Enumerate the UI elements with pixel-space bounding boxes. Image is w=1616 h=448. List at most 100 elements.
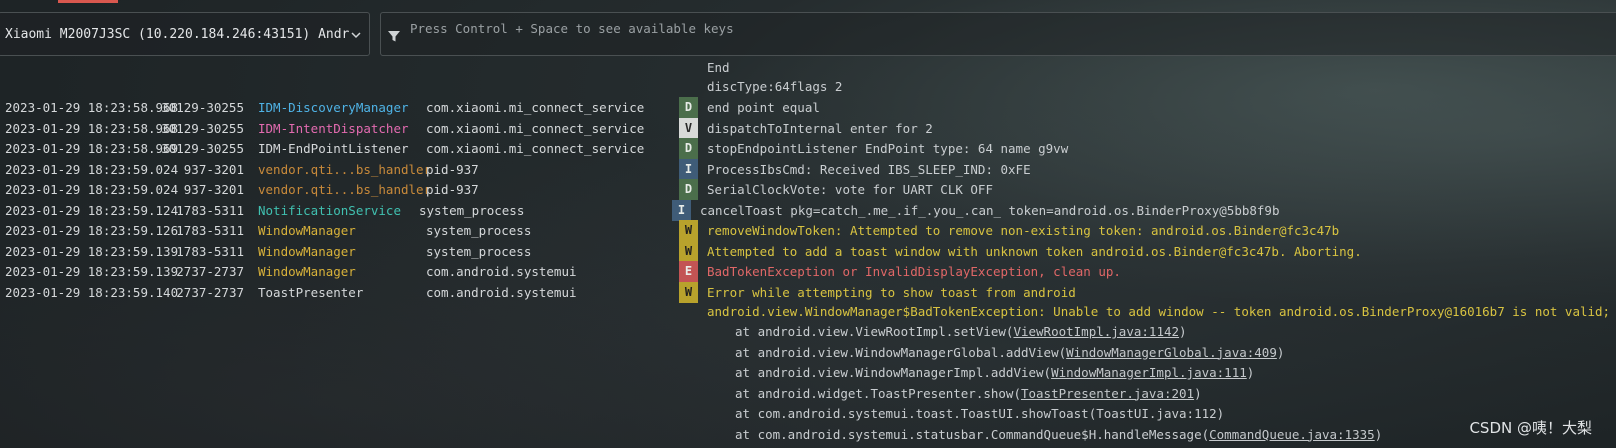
log-row[interactable]: 2023-01-29 18:23:59.124 1783-5311 Notifica… xyxy=(0,199,1616,221)
log-tag: IDM-EndPointListener xyxy=(258,141,409,156)
stack-trace-line: at android.view.WindowManagerImpl.addVie… xyxy=(735,362,1254,383)
stack-trace-line: at android.view.ViewRootImpl.setView(Vie… xyxy=(735,321,1187,342)
filter-icon[interactable] xyxy=(387,28,401,47)
log-tag: vendor.qti...bs_handler xyxy=(258,182,432,197)
log-message: discType:64flags 2 xyxy=(707,79,843,94)
log-package: system_process xyxy=(426,243,532,259)
log-pid: 1783-5311 xyxy=(176,223,244,238)
log-message: SerialClockVote: vote for UART CLK OFF xyxy=(707,182,993,197)
stack-frame-suffix: ) xyxy=(1374,426,1383,442)
logcat-output[interactable]: End discType:64flags 2 2023-01-29 18:23:… xyxy=(0,60,1616,448)
log-timestamp: 2023-01-29 18:23:58.968 xyxy=(5,100,179,115)
log-row[interactable]: 2023-01-29 18:23:58.968 30129-30255 IDM-Di… xyxy=(0,97,1616,118)
log-message: BadTokenException or InvalidDisplayExcep… xyxy=(707,264,1121,279)
stack-frame-text: at android.widget.ToastPresenter.show( xyxy=(735,385,1021,401)
source-link[interactable]: WindowManagerImpl.java:111 xyxy=(1051,365,1247,380)
log-timestamp: 2023-01-29 18:23:58.969 xyxy=(5,141,179,156)
log-message: cancelToast pkg=catch_.me_.if_.you_.can_… xyxy=(700,202,1280,218)
log-timestamp: 2023-01-29 18:23:59.139 xyxy=(5,243,179,259)
filter-input[interactable] xyxy=(408,17,1592,39)
logcat-filter-field[interactable] xyxy=(380,12,1616,56)
device-selector[interactable]: Xiaomi M2007J3SC (10.220.184.246:43151) … xyxy=(0,12,370,56)
exception-line: android.view.WindowManager$BadTokenExcep… xyxy=(707,304,1616,319)
watermark: CSDN @咦！大梨 xyxy=(1469,419,1592,437)
log-message: dispatchToInternal enter for 2 xyxy=(707,120,933,136)
log-tag: NotificationService xyxy=(258,202,401,218)
log-timestamp: 2023-01-29 18:23:59.139 xyxy=(5,264,179,279)
log-pid: 1783-5311 xyxy=(176,243,244,259)
log-package: com.xiaomi.mi_connect_service xyxy=(426,141,645,156)
log-timestamp: 2023-01-29 18:23:59.126 xyxy=(5,223,179,238)
log-package: com.android.systemui xyxy=(426,264,577,279)
log-timestamp: 2023-01-29 18:23:59.124 xyxy=(5,202,179,218)
log-row[interactable]: 2023-01-29 18:23:58.969 30129-30255 IDM-En… xyxy=(0,138,1616,159)
stack-trace-line: at com.android.systemui.toast.ToastUI.sh… xyxy=(735,403,1224,424)
log-level-badge: D xyxy=(679,179,698,200)
log-level-badge: W xyxy=(679,281,698,303)
stack-frame-suffix: ) xyxy=(1246,365,1255,380)
log-level-badge: E xyxy=(679,261,698,282)
source-link[interactable]: CommandQueue.java:1335 xyxy=(1209,427,1375,442)
log-package: pid-937 xyxy=(426,182,479,197)
log-pid: 937-3201 xyxy=(183,182,244,197)
source-link[interactable]: ViewRootImpl.java:1142 xyxy=(1013,324,1179,339)
log-message: ProcessIbsCmd: Received IBS_SLEEP_IND: 0… xyxy=(707,161,1031,177)
log-level-badge: I xyxy=(679,158,698,180)
log-message: end point equal xyxy=(707,100,820,115)
stack-trace-line: at android.view.WindowManagerGlobal.addV… xyxy=(735,342,1284,363)
chevron-down-icon xyxy=(351,27,361,46)
log-tag: WindowManager xyxy=(258,243,356,259)
logcat-toolbar: Xiaomi M2007J3SC (10.220.184.246:43151) … xyxy=(0,0,1616,64)
log-pid: 2737-2737 xyxy=(176,284,244,300)
log-timestamp: 2023-01-29 18:23:59.140 xyxy=(5,284,179,300)
log-tag: WindowManager xyxy=(258,223,356,238)
log-tag: IDM-IntentDispatcher xyxy=(258,120,409,136)
log-timestamp: 2023-01-29 18:23:58.968 xyxy=(5,120,179,136)
log-tag: ToastPresenter xyxy=(258,284,364,300)
stack-frame-text: at com.android.systemui.toast.ToastUI.sh… xyxy=(735,406,1225,421)
log-level-badge: D xyxy=(679,138,698,159)
log-package: com.xiaomi.mi_connect_service xyxy=(426,100,645,115)
device-selector-label: Xiaomi M2007J3SC (10.220.184.246:43151) … xyxy=(5,26,350,42)
log-package: pid-937 xyxy=(426,161,479,177)
log-row[interactable]: 2023-01-29 18:23:59.139 1783-5311 WindowMa… xyxy=(0,240,1616,262)
log-pid: 1783-5311 xyxy=(176,202,244,218)
stack-frame-suffix: ) xyxy=(1179,324,1187,339)
log-pid: 937-3201 xyxy=(183,161,244,177)
log-timestamp: 2023-01-29 18:23:59.024 xyxy=(5,161,179,177)
log-message: stopEndpointListener EndPoint type: 64 n… xyxy=(707,141,1069,156)
stack-trace-line: at com.android.systemui.statusbar.Comman… xyxy=(735,424,1382,445)
log-package: com.xiaomi.mi_connect_service xyxy=(426,120,645,136)
log-tag: WindowManager xyxy=(258,264,356,279)
log-row[interactable]: 2023-01-29 18:23:59.024 937-3201 vendor.qt… xyxy=(0,158,1616,180)
log-pid: 2737-2737 xyxy=(176,264,244,279)
log-row[interactable]: 2023-01-29 18:23:58.968 30129-30255 IDM-In… xyxy=(0,117,1616,139)
log-message: Error while attempting to show toast fro… xyxy=(707,284,1076,300)
log-row[interactable]: 2023-01-29 18:23:59.140 2737-2737 ToastPre… xyxy=(0,281,1616,303)
log-pid: 30129-30255 xyxy=(161,100,244,115)
log-pid: 30129-30255 xyxy=(161,120,244,136)
log-timestamp: 2023-01-29 18:23:59.024 xyxy=(5,182,179,197)
log-package: system_process xyxy=(426,223,532,238)
log-message: removeWindowToken: Attempted to remove n… xyxy=(707,223,1340,238)
log-level-badge: D xyxy=(679,97,698,118)
log-message: Attempted to add a toast window with unk… xyxy=(707,243,1362,259)
log-package: com.android.systemui xyxy=(426,284,577,300)
stack-frame-text: at android.view.WindowManagerGlobal.addV… xyxy=(735,344,1067,360)
log-row[interactable]: 2023-01-29 18:23:59.139 2737-2737 WindowMa… xyxy=(0,261,1616,282)
log-row[interactable]: 2023-01-29 18:23:59.126 1783-5311 WindowMa… xyxy=(0,220,1616,241)
log-message: End xyxy=(707,60,730,75)
log-tag: IDM-DiscoveryManager xyxy=(258,100,409,115)
source-link[interactable]: ToastPresenter.java:201 xyxy=(1021,386,1194,401)
log-level-badge: V xyxy=(679,117,698,139)
log-package: system_process xyxy=(419,202,525,218)
active-tab-indicator xyxy=(58,0,118,3)
stack-trace-line: at android.widget.ToastPresenter.show(To… xyxy=(735,383,1202,404)
log-level-badge: W xyxy=(679,220,698,241)
stack-frame-text: at android.view.WindowManagerImpl.addVie… xyxy=(735,365,1052,380)
log-tag: vendor.qti...bs_handler xyxy=(258,161,432,177)
log-row[interactable]: 2023-01-29 18:23:59.024 937-3201 vendor.qt… xyxy=(0,179,1616,200)
stack-frame-suffix: ) xyxy=(1276,344,1285,360)
source-link[interactable]: WindowManagerGlobal.java:409 xyxy=(1066,345,1277,360)
log-level-badge: I xyxy=(672,199,691,221)
